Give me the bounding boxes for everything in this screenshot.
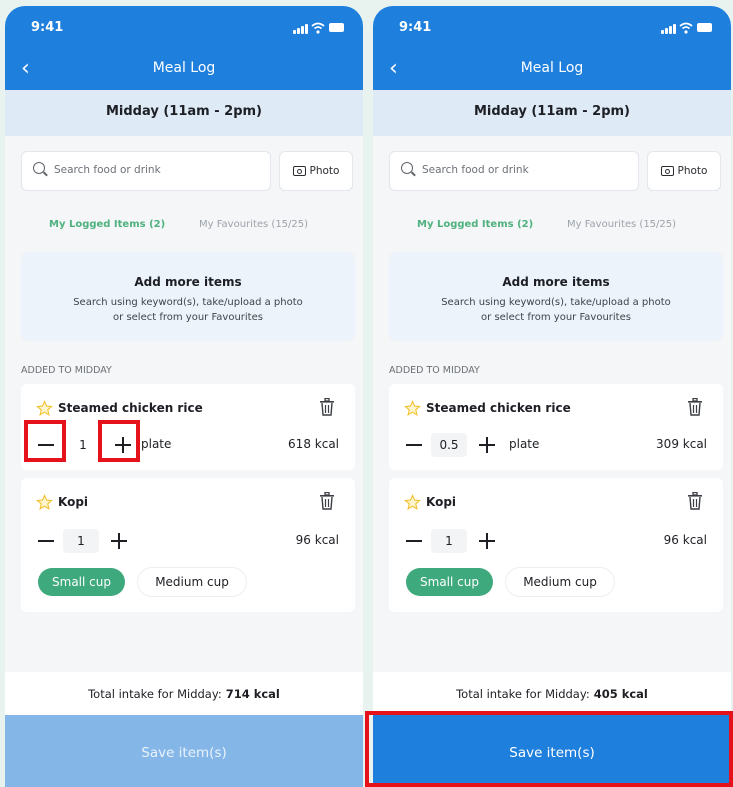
section-label: ADDED TO MIDDAY xyxy=(389,365,480,376)
total-label: Total intake for Midday: xyxy=(88,687,222,701)
app-header: 9:41 ‹ Meal Log xyxy=(5,6,363,90)
size-chip-medium-cup[interactable]: Medium cup xyxy=(506,568,614,596)
page-title: Meal Log xyxy=(520,60,584,76)
add-more-hint-line1: Search using keyword(s), take/upload a p… xyxy=(73,297,303,308)
meal-time-label: Midday (11am - 2pm) xyxy=(105,104,262,119)
unit-label: plate xyxy=(141,437,172,451)
signal-icon xyxy=(293,24,309,34)
signal-icon xyxy=(661,24,677,34)
phone-screen-after: 9:41 ‹ Meal Log Midday (11am - 2pm) Phot… xyxy=(373,6,731,787)
plus-icon[interactable] xyxy=(108,530,130,552)
item-name: Kopi xyxy=(58,495,89,509)
unit-label: plate xyxy=(509,437,540,451)
food-item-card: Steamed chicken rice 1 plate 618 kcal xyxy=(21,384,355,470)
add-more-hint-line2: or select from your Favourites xyxy=(113,312,263,323)
size-chip-small-cup[interactable]: Small cup xyxy=(38,568,125,596)
trash-icon[interactable] xyxy=(687,492,703,510)
quantity-value[interactable]: 1 xyxy=(431,529,467,553)
camera-icon xyxy=(660,166,674,176)
star-icon[interactable] xyxy=(36,494,53,511)
tab-logged-items[interactable]: My Logged Items (2) xyxy=(417,219,533,230)
phone-screen-before: 9:41 ‹ Meal Log Midday (11am - 2pm) Phot… xyxy=(5,6,363,787)
drink-item-card: Kopi 1 96 kcal Small cup Medium cup xyxy=(21,478,355,612)
search-input[interactable] xyxy=(422,161,627,179)
item-kcal: 618 kcal xyxy=(288,437,339,451)
item-name: Steamed chicken rice xyxy=(58,401,203,415)
meal-time-label: Midday (11am - 2pm) xyxy=(473,104,630,119)
photo-button[interactable]: Photo xyxy=(279,151,353,191)
star-icon[interactable] xyxy=(36,400,53,417)
wifi-icon xyxy=(679,22,693,34)
item-name: Steamed chicken rice xyxy=(426,401,571,415)
add-more-hint-line1: Search using keyword(s), take/upload a p… xyxy=(441,297,671,308)
page-title: Meal Log xyxy=(152,60,216,76)
photo-button-label: Photo xyxy=(309,165,340,177)
total-value: 714 kcal xyxy=(225,687,280,701)
add-more-items-card: Add more items Search using keyword(s), … xyxy=(389,252,723,341)
plus-icon[interactable] xyxy=(112,434,134,456)
star-icon[interactable] xyxy=(404,494,421,511)
trash-icon[interactable] xyxy=(687,398,703,416)
add-more-items-card: Add more items Search using keyword(s), … xyxy=(21,252,355,341)
camera-icon xyxy=(292,166,306,176)
wifi-icon xyxy=(311,22,325,34)
search-icon xyxy=(33,162,45,174)
plus-icon[interactable] xyxy=(476,434,498,456)
total-intake-bar: Total intake for Midday: 714 kcal xyxy=(5,672,363,715)
search-box[interactable] xyxy=(21,151,271,191)
trash-icon[interactable] xyxy=(319,492,335,510)
total-intake-bar: Total intake for Midday: 405 kcal xyxy=(373,672,731,715)
photo-button-label: Photo xyxy=(677,165,708,177)
tab-favourites[interactable]: My Favourites (15/25) xyxy=(567,219,676,230)
section-label: ADDED TO MIDDAY xyxy=(21,365,112,376)
total-label: Total intake for Midday: xyxy=(456,687,590,701)
status-time: 9:41 xyxy=(399,20,432,35)
plus-icon[interactable] xyxy=(476,530,498,552)
save-button[interactable]: Save item(s) xyxy=(5,715,363,787)
quantity-value[interactable]: 1 xyxy=(65,433,101,457)
tab-favourites[interactable]: My Favourites (15/25) xyxy=(199,219,308,230)
status-icons xyxy=(655,22,713,34)
save-button[interactable]: Save item(s) xyxy=(373,715,731,787)
star-icon[interactable] xyxy=(404,400,421,417)
item-kcal: 96 kcal xyxy=(295,533,339,547)
quantity-value[interactable]: 1 xyxy=(63,529,99,553)
total-value: 405 kcal xyxy=(593,687,648,701)
add-more-hint: Search using keyword(s), take/upload a p… xyxy=(389,295,723,325)
search-icon xyxy=(401,162,413,174)
battery-icon xyxy=(329,23,344,32)
quantity-value[interactable]: 0.5 xyxy=(431,433,467,457)
size-chip-medium-cup[interactable]: Medium cup xyxy=(138,568,246,596)
minus-icon[interactable] xyxy=(403,530,425,552)
minus-icon[interactable] xyxy=(35,434,57,456)
tab-logged-items[interactable]: My Logged Items (2) xyxy=(49,219,165,230)
add-more-hint-line2: or select from your Favourites xyxy=(481,312,631,323)
status-time: 9:41 xyxy=(31,20,64,35)
size-chip-small-cup[interactable]: Small cup xyxy=(406,568,493,596)
add-more-hint: Search using keyword(s), take/upload a p… xyxy=(21,295,355,325)
add-more-title: Add more items xyxy=(134,275,242,289)
add-more-title: Add more items xyxy=(502,275,610,289)
food-item-card: Steamed chicken rice 0.5 plate 309 kcal xyxy=(389,384,723,470)
search-box[interactable] xyxy=(389,151,639,191)
item-kcal: 96 kcal xyxy=(663,533,707,547)
status-icons xyxy=(287,22,345,34)
item-name: Kopi xyxy=(426,495,457,509)
minus-icon[interactable] xyxy=(403,434,425,456)
trash-icon[interactable] xyxy=(319,398,335,416)
app-header: 9:41 ‹ Meal Log xyxy=(373,6,731,90)
battery-icon xyxy=(697,23,712,32)
search-input[interactable] xyxy=(54,161,259,179)
minus-icon[interactable] xyxy=(35,530,57,552)
item-kcal: 309 kcal xyxy=(656,437,707,451)
photo-button[interactable]: Photo xyxy=(647,151,721,191)
drink-item-card: Kopi 1 96 kcal Small cup Medium cup xyxy=(389,478,723,612)
meal-period-bar: Midday (11am - 2pm) xyxy=(5,90,363,136)
meal-period-bar: Midday (11am - 2pm) xyxy=(373,90,731,136)
